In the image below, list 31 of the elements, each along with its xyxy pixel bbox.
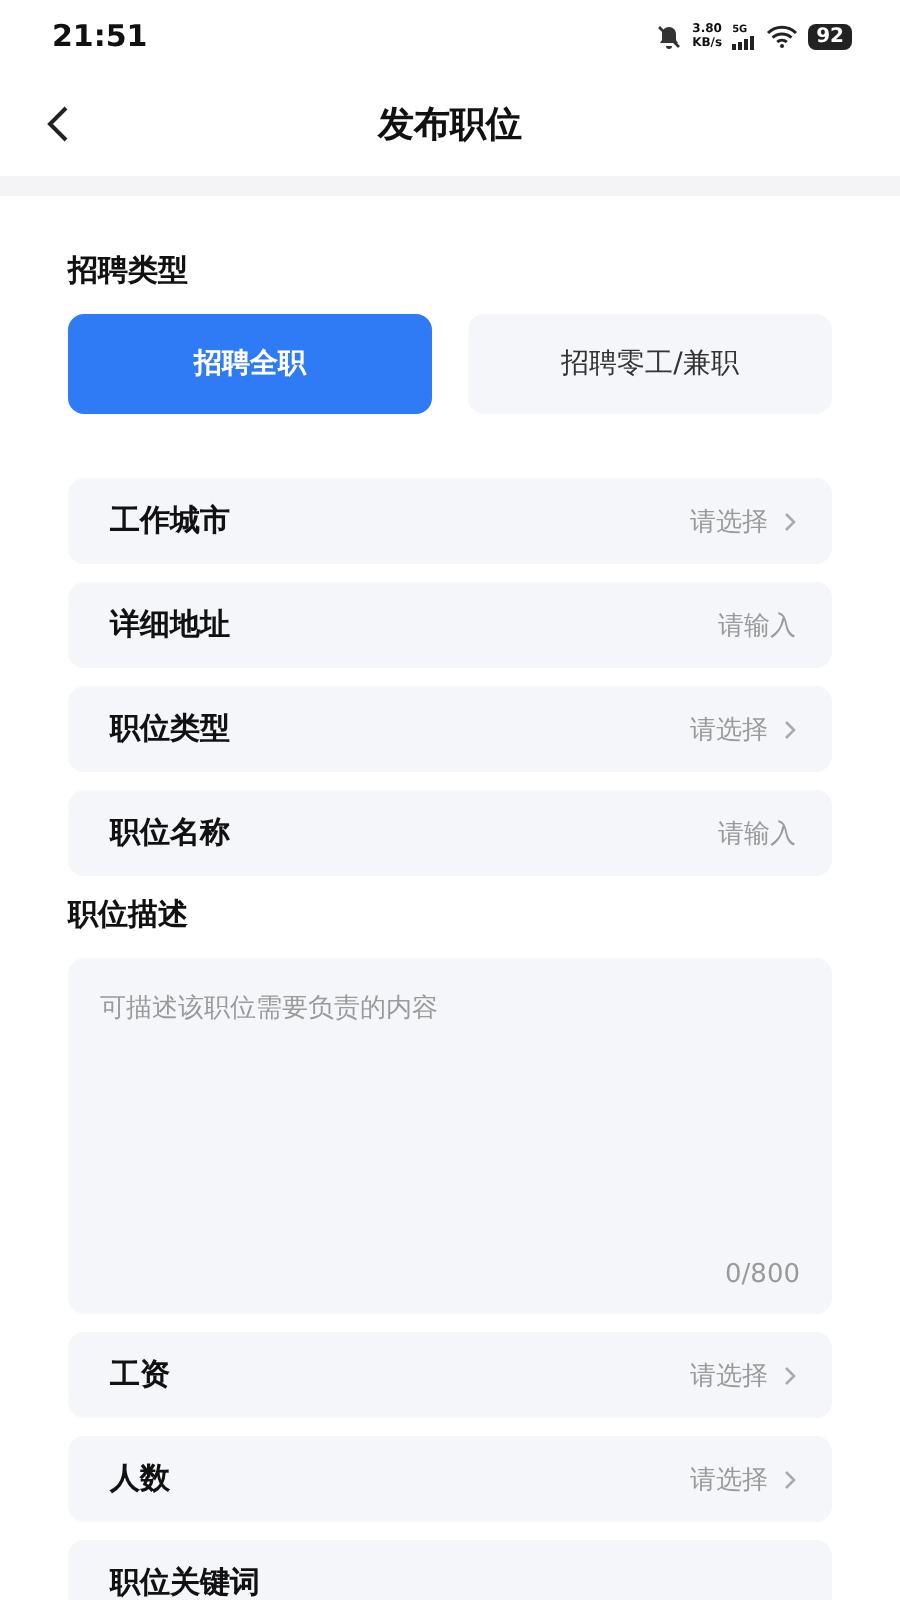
wifi-icon: [766, 24, 799, 48]
signal-icon: [732, 35, 757, 49]
section-label: 招聘类型: [68, 252, 190, 290]
status-time: 21:51: [52, 18, 148, 54]
muted-bell-icon: [656, 23, 683, 49]
form-row[interactable]: 职位类型 请选择: [68, 686, 832, 772]
form-row[interactable]: 工作城市 请选择: [68, 478, 832, 564]
chevron-icon: [784, 719, 796, 739]
form-row[interactable]: 工资 请选择: [68, 1332, 832, 1418]
field-label: 详细地址: [110, 606, 230, 644]
back-icon[interactable]: [44, 104, 72, 144]
field-label: 工作城市: [110, 502, 230, 540]
battery-level: 92: [808, 23, 852, 49]
form-row[interactable]: 职位名称 请输入: [68, 790, 832, 876]
form-row[interactable]: 职位关键词: [68, 1540, 832, 1600]
form-row[interactable]: 详细地址 请输入: [68, 582, 832, 668]
field-label: 工资: [110, 1356, 170, 1394]
chevron-icon: [784, 1365, 796, 1385]
chevron-icon: [784, 511, 796, 531]
recruit-type-option[interactable]: 招聘全职: [68, 314, 432, 414]
char-counter: 0/800: [725, 1260, 800, 1290]
field-label: 人数: [110, 1460, 170, 1498]
field-label: 职位名称: [110, 814, 230, 852]
form-row[interactable]: 人数 请选择: [68, 1436, 832, 1522]
chevron-icon: [784, 1469, 796, 1489]
recruit-type-option[interactable]: 招聘零工/兼职: [468, 314, 832, 414]
page-title: 发布职位: [378, 102, 522, 148]
field-label: 职位关键词: [110, 1564, 260, 1600]
field-label: 职位类型: [110, 710, 230, 748]
section-label: 职位描述: [68, 896, 190, 934]
description-placeholder: 可描述该职位需要负责的内容: [100, 994, 438, 1024]
